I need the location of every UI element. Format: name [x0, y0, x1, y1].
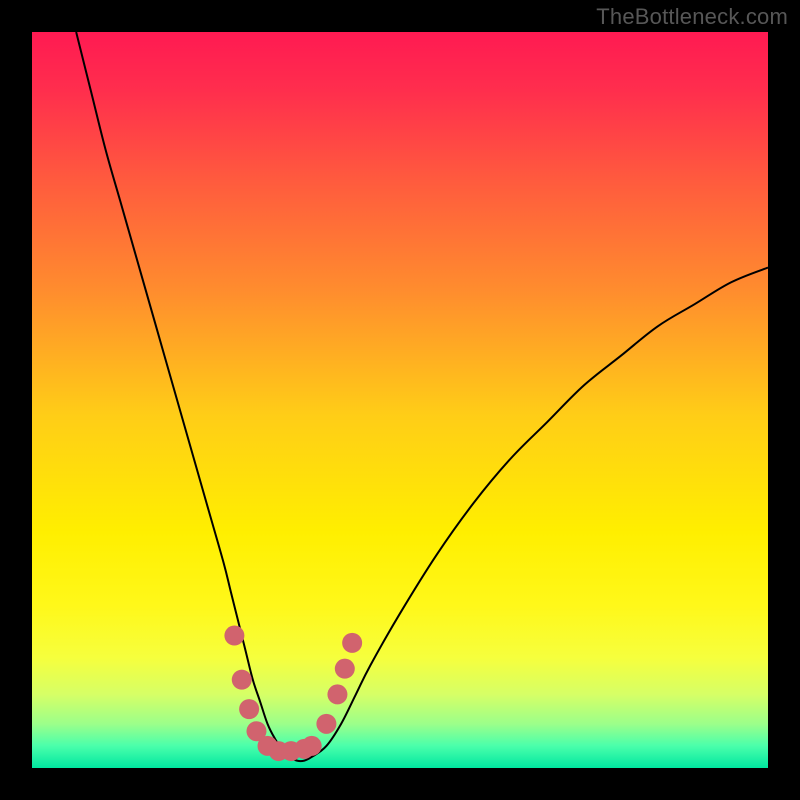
highlight-dot — [302, 736, 322, 756]
highlight-dot — [232, 670, 252, 690]
highlight-dot — [327, 684, 347, 704]
highlight-dot — [316, 714, 336, 734]
highlight-dot — [335, 659, 355, 679]
gradient-background — [32, 32, 768, 768]
chart-stage: TheBottleneck.com — [0, 0, 800, 800]
watermark-text: TheBottleneck.com — [596, 4, 788, 30]
highlight-dot — [224, 626, 244, 646]
plot-area — [32, 32, 768, 768]
bottleneck-chart — [32, 32, 768, 768]
highlight-dot — [239, 699, 259, 719]
highlight-dot — [342, 633, 362, 653]
